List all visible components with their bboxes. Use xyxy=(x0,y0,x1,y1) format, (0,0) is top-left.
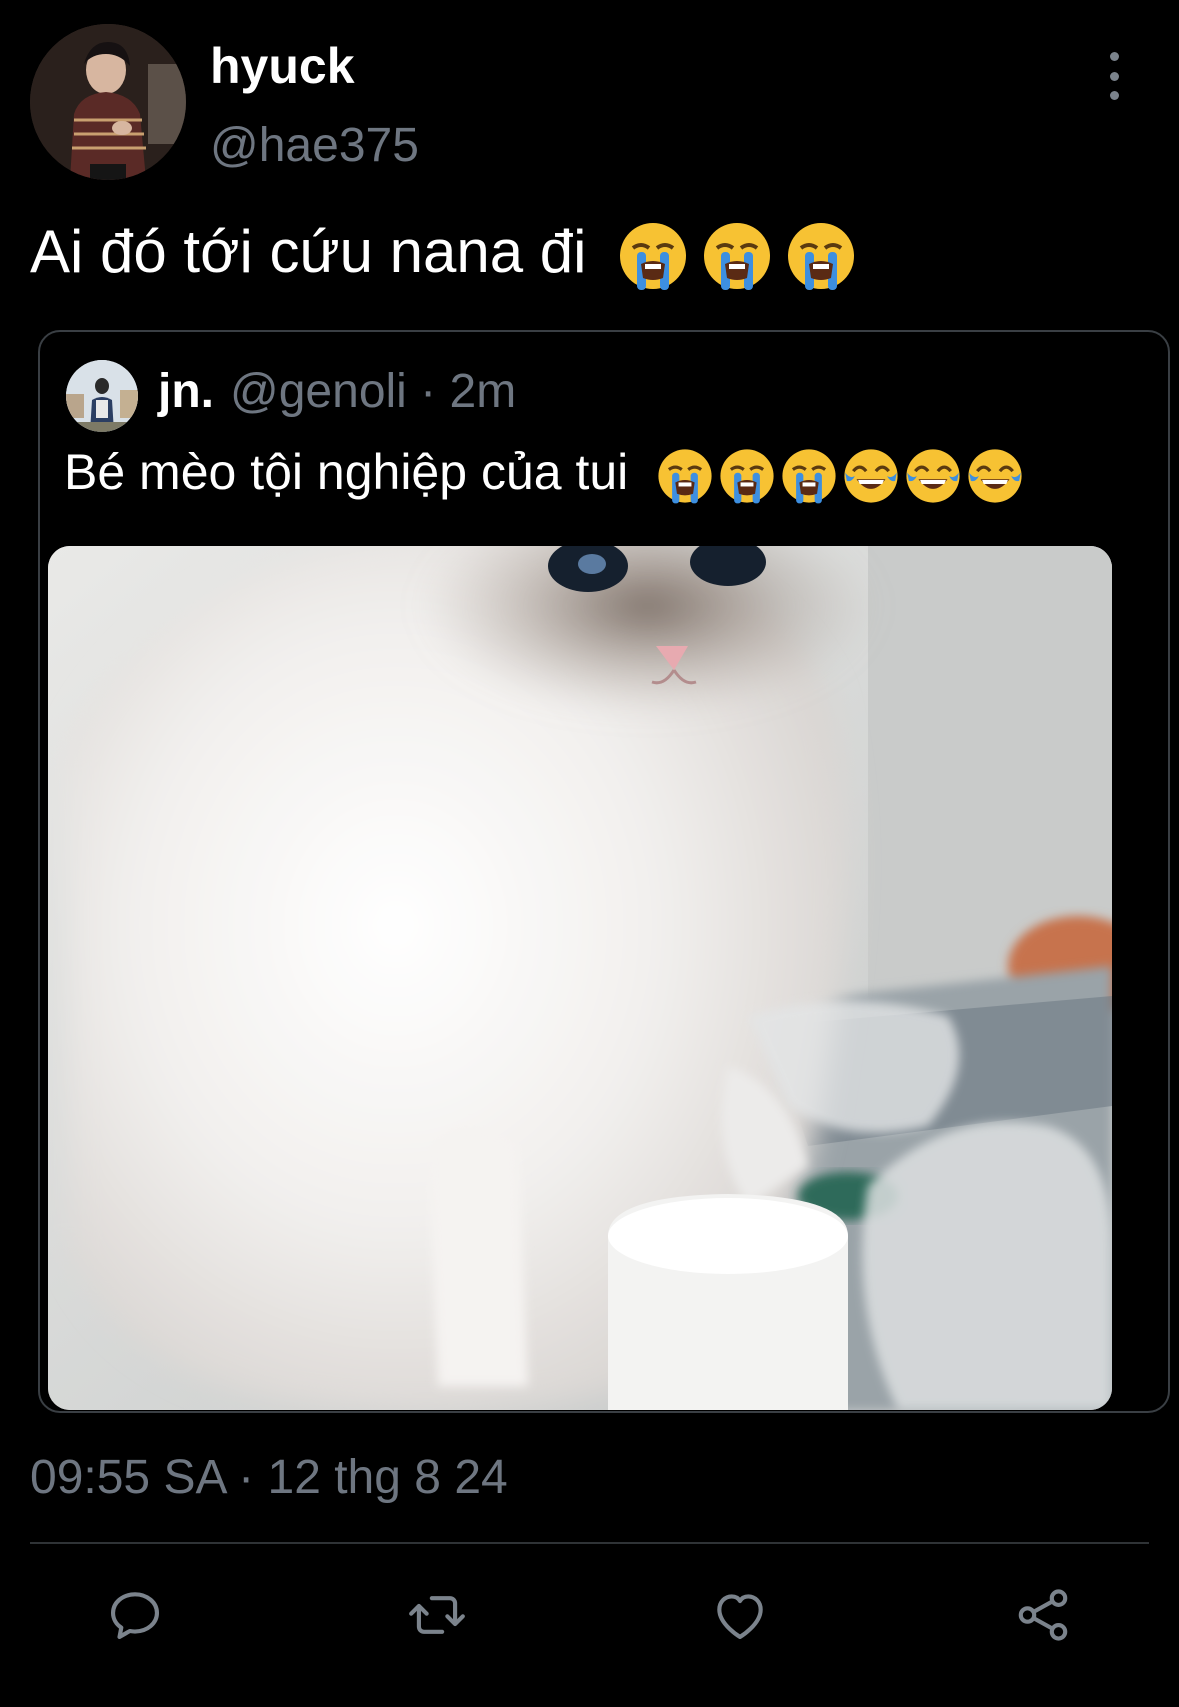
tweet-action-bar xyxy=(0,1580,1179,1650)
face-with-tears-of-joy-icon xyxy=(904,447,962,505)
quoted-handle-and-time: @genoli · 2m xyxy=(230,365,517,418)
like-button[interactable] xyxy=(705,1580,775,1650)
more-options-icon[interactable] xyxy=(1094,52,1134,100)
share-icon xyxy=(1012,1584,1074,1646)
loudly-crying-face-icon xyxy=(785,220,857,292)
reply-button[interactable] xyxy=(100,1580,170,1650)
quoted-tweet-text-content: Bé mèo tội nghiệp của tui xyxy=(64,444,629,500)
divider xyxy=(30,1542,1149,1544)
share-button[interactable] xyxy=(1008,1580,1078,1650)
face-with-tears-of-joy-icon xyxy=(842,447,900,505)
author-handle[interactable]: @hae375 xyxy=(210,116,419,176)
quoted-author-avatar[interactable] xyxy=(66,360,138,432)
tweet-emoji-row xyxy=(617,220,857,292)
loudly-crying-face-icon xyxy=(701,220,773,292)
retweet-icon xyxy=(404,1584,470,1646)
loudly-crying-face-icon xyxy=(718,447,776,505)
quoted-tweet-text: Bé mèo tội nghiệp của tui xyxy=(64,438,1024,506)
more-dot xyxy=(1109,71,1119,81)
reply-icon xyxy=(104,1584,166,1646)
more-dot xyxy=(1109,52,1119,61)
like-icon xyxy=(709,1584,771,1646)
tweet-text-content: Ai đó tới cứu nana đi xyxy=(30,218,587,285)
tweet-text: Ai đó tới cứu nana đi xyxy=(30,214,857,292)
loudly-crying-face-icon xyxy=(656,447,714,505)
quoted-tweet-media-photo[interactable] xyxy=(48,546,1112,1410)
author-avatar[interactable] xyxy=(30,24,186,180)
tweet-timestamp: 09:55 SA · 12 thg 8 24 xyxy=(30,1451,508,1504)
loudly-crying-face-icon xyxy=(617,220,689,292)
more-dot xyxy=(1109,91,1119,100)
author-display-name[interactable]: hyuck xyxy=(210,36,355,96)
retweet-button[interactable] xyxy=(402,1580,472,1650)
face-with-tears-of-joy-icon xyxy=(966,447,1024,505)
quoted-author-name[interactable]: jn. xyxy=(158,362,214,422)
quoted-tweet-card[interactable]: jn. @genoli · 2m Bé mèo tội nghiệp của t… xyxy=(38,330,1170,1413)
loudly-crying-face-icon xyxy=(780,447,838,505)
quoted-emoji-row xyxy=(656,447,1024,505)
